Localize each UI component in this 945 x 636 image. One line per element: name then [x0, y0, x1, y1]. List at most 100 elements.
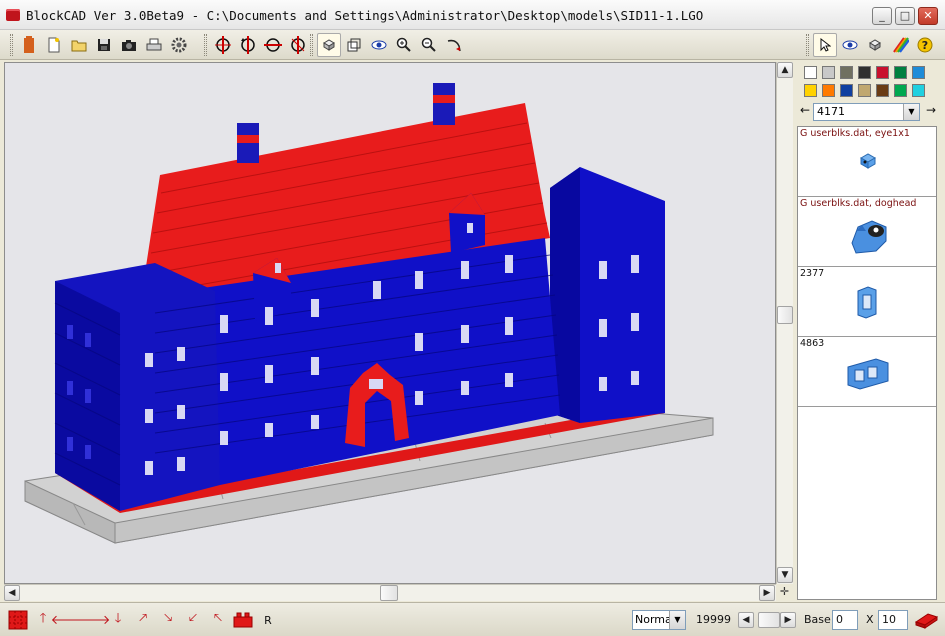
red-plate-icon[interactable]	[914, 608, 938, 632]
rotate-z-icon[interactable]	[261, 33, 285, 57]
rainbow-icon[interactable]	[888, 33, 912, 57]
status-bar: 🡑 🡐 🡒 🡓 🡕 🡖 🡗 🡔 R Norma ▼ 19999 ◀ ▶ Base…	[0, 602, 945, 636]
doghead-brick-icon	[851, 220, 887, 254]
brick-logo-icon[interactable]	[17, 33, 41, 57]
arrow-down-left-icon[interactable]: 🡗	[181, 608, 205, 632]
vertical-scroll-thumb[interactable]	[777, 306, 793, 324]
new-file-icon[interactable]	[42, 33, 66, 57]
color-swatch-5[interactable]	[876, 66, 889, 79]
group-view-icon[interactable]	[342, 33, 366, 57]
select-brick-icon[interactable]	[6, 608, 30, 632]
app-window: BlockCAD Ver 3.0Beta9 - C:\Documents and…	[0, 0, 945, 636]
settings-gear-icon[interactable]	[167, 33, 191, 57]
panel-toolbar: ?	[800, 32, 938, 58]
panel-brick-icon	[847, 358, 889, 390]
mode-select[interactable]: Norma ▼	[632, 610, 686, 630]
rotate-y-icon[interactable]	[236, 33, 260, 57]
part-item-eye[interactable]: G userblks.dat, eye1x1	[798, 127, 936, 197]
scroll-right-button[interactable]: ▶	[759, 585, 775, 601]
single-brick-view-icon[interactable]	[317, 33, 341, 57]
arrow-down-icon[interactable]: 🡓	[106, 608, 130, 632]
x-label: X	[866, 613, 874, 626]
scroll-up-button[interactable]: ▲	[777, 62, 793, 78]
scroll-left-button[interactable]: ◀	[4, 585, 20, 601]
color-swatch-12[interactable]	[876, 84, 889, 97]
horizontal-scrollbar[interactable]: ◀ ▶	[4, 584, 776, 601]
color-swatch-13[interactable]	[894, 84, 907, 97]
close-button[interactable]: ✕	[918, 7, 938, 25]
minimize-button[interactable]: _	[872, 7, 892, 25]
color-swatch-6[interactable]	[894, 66, 907, 79]
rotate-view-icon[interactable]	[442, 33, 466, 57]
brick-counter: 19999	[696, 613, 731, 626]
toolbar-grip[interactable]	[204, 34, 207, 56]
color-swatch-10[interactable]	[840, 84, 853, 97]
scroll-down-button[interactable]: ▼	[777, 567, 793, 583]
zoom-out-icon[interactable]	[417, 33, 441, 57]
next-part-button[interactable]: →	[926, 103, 936, 117]
app-icon	[6, 9, 20, 21]
part-label: 2377	[800, 268, 825, 279]
window-title: BlockCAD Ver 3.0Beta9 - C:\Documents and…	[26, 8, 704, 23]
maximize-button[interactable]: □	[895, 7, 915, 25]
open-folder-icon[interactable]	[67, 33, 91, 57]
part-label: G userblks.dat, doghead	[800, 198, 917, 209]
horizontal-scroll-thumb[interactable]	[380, 585, 398, 601]
rotate-toolbar	[198, 32, 311, 58]
base-input[interactable]: 0	[832, 610, 858, 630]
brick-2x2-icon[interactable]	[231, 608, 255, 632]
color-swatch-11[interactable]	[858, 84, 871, 97]
part-number-combo[interactable]: 4171 ▼	[813, 103, 920, 121]
counter-prev-button[interactable]: ◀	[738, 612, 754, 628]
camera-icon[interactable]	[117, 33, 141, 57]
color-swatch-14[interactable]	[912, 84, 925, 97]
brick-icon[interactable]	[863, 33, 887, 57]
zoom-in-icon[interactable]	[392, 33, 416, 57]
counter-slider[interactable]	[758, 612, 780, 628]
pointer-icon[interactable]	[813, 33, 837, 57]
part-label: 4863	[800, 338, 825, 349]
toolbar-grip[interactable]	[10, 34, 13, 56]
color-swatch-9[interactable]	[822, 84, 835, 97]
prev-part-button[interactable]: ←	[800, 103, 810, 117]
help-icon[interactable]: ?	[913, 33, 937, 57]
eye-icon[interactable]	[838, 33, 862, 57]
color-swatch-8[interactable]	[804, 84, 817, 97]
brick-model-render	[24, 83, 714, 544]
raise-label[interactable]: R	[256, 608, 280, 632]
print-icon[interactable]	[142, 33, 166, 57]
view-toolbar	[304, 32, 467, 58]
file-toolbar	[4, 32, 192, 58]
arrow-down-right-icon[interactable]: 🡖	[156, 608, 180, 632]
arrow-up-right-icon[interactable]: 🡕	[131, 608, 155, 632]
part-item-2377[interactable]: 2377	[798, 267, 936, 337]
color-swatch-3[interactable]	[840, 66, 853, 79]
color-swatch-2[interactable]	[822, 66, 835, 79]
rotate-x-icon[interactable]	[211, 33, 235, 57]
arrow-right-icon[interactable]: 🡒	[76, 608, 111, 632]
combo-dropdown-icon[interactable]: ▼	[903, 104, 919, 120]
title-bar: BlockCAD Ver 3.0Beta9 - C:\Documents and…	[0, 0, 945, 30]
eye-view-icon[interactable]	[367, 33, 391, 57]
part-item-4863[interactable]: 4863	[798, 337, 936, 407]
model-viewport[interactable]	[4, 62, 776, 584]
x-input[interactable]: 10	[878, 610, 908, 630]
toolbar-grip[interactable]	[310, 34, 313, 56]
save-icon[interactable]	[92, 33, 116, 57]
eye-brick-icon	[859, 153, 877, 169]
main-toolbar: ?	[0, 30, 945, 60]
toolbar-grip[interactable]	[806, 34, 809, 56]
counter-next-button[interactable]: ▶	[780, 612, 796, 628]
vertical-scrollbar[interactable]: ▲ ▼	[776, 62, 793, 584]
part-item-doghead[interactable]: G userblks.dat, doghead	[798, 197, 936, 267]
part-list: G userblks.dat, eye1x1 G userblks.dat, d…	[797, 126, 937, 600]
color-palette	[804, 66, 932, 97]
arrow-up-left-icon[interactable]: 🡔	[206, 608, 230, 632]
color-swatch-7[interactable]	[912, 66, 925, 79]
color-swatch-4[interactable]	[858, 66, 871, 79]
svg-text:?: ?	[922, 39, 928, 52]
mode-dropdown-icon[interactable]: ▼	[669, 611, 685, 629]
color-swatch-1[interactable]	[804, 66, 817, 79]
window-brick-icon	[857, 286, 877, 319]
part-number-value: 4171	[817, 105, 845, 118]
